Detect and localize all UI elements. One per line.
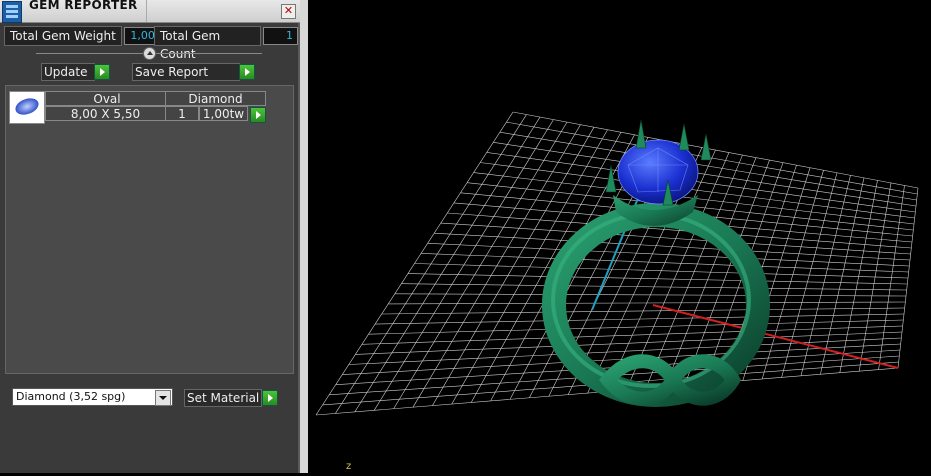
material-select-value: Diamond (3,52 spg) — [16, 390, 126, 403]
panel-title: GEM REPORTER — [29, 0, 138, 12]
set-material-go-icon[interactable] — [262, 390, 278, 406]
save-report-button[interactable]: Save Report — [132, 63, 240, 81]
set-material-button-label: Set Material — [187, 391, 260, 405]
grid-line — [781, 172, 838, 378]
total-gem-weight-row: Total Gem Weight 1,00 — [4, 26, 160, 46]
grid-line — [368, 319, 904, 335]
material-select[interactable]: Diamond (3,52 spg) — [12, 388, 173, 406]
grid-line — [394, 293, 907, 297]
grid-line — [820, 177, 865, 375]
grid-line — [407, 273, 908, 285]
panel-splitter[interactable] — [300, 0, 308, 473]
update-go-icon[interactable] — [94, 64, 110, 80]
gem-count-cell: 1 — [165, 106, 199, 121]
gem-list[interactable] — [5, 85, 294, 374]
grid-line — [761, 170, 824, 380]
gem-reporter-app-icon — [2, 1, 22, 23]
set-material-button[interactable]: Set Material — [184, 389, 262, 407]
gem-size-cell: 8,00 X 5,50 — [45, 106, 166, 121]
save-report-go-icon[interactable] — [239, 64, 255, 80]
panel-titlebar: GEM REPORTER ✕ — [0, 0, 300, 23]
chevron-down-icon[interactable] — [155, 390, 171, 406]
gem-weight-cell: 1,00tw — [199, 106, 248, 121]
grid-line — [375, 313, 905, 325]
gem-row-go-icon[interactable] — [250, 107, 266, 123]
total-gem-count-value: 1 — [263, 27, 298, 45]
titlebar-divider — [146, 0, 147, 22]
total-gem-weight-label: Total Gem Weight — [4, 26, 122, 46]
grid-line — [414, 263, 909, 279]
gem-reporter-panel: GEM REPORTER ✕ Total Gem Weight 1,00 Tot… — [0, 0, 300, 473]
total-gem-count-label: Total Gem Count — [154, 26, 262, 61]
prong-back-right — [678, 123, 690, 151]
close-icon[interactable]: ✕ — [281, 4, 296, 19]
prong-right — [700, 133, 712, 161]
slider-knob-icon[interactable] — [143, 47, 156, 60]
axis-z-label: z — [346, 461, 352, 472]
update-button-label: Update — [44, 65, 88, 79]
gem-shape-header: Oval — [45, 91, 169, 106]
grid-line — [401, 283, 907, 291]
3d-viewport[interactable]: z — [308, 0, 931, 473]
save-report-button-label: Save Report — [135, 65, 209, 79]
viewport-scene — [315, 111, 919, 416]
oval-gem-icon — [9, 91, 45, 124]
prong-back-left — [635, 119, 647, 149]
grid-line — [381, 307, 905, 315]
gem-material-header: Diamond — [165, 91, 266, 106]
update-button[interactable]: Update — [41, 63, 95, 81]
grid-line — [858, 182, 892, 372]
total-gem-count-row: Total Gem Count 1 — [154, 26, 298, 61]
